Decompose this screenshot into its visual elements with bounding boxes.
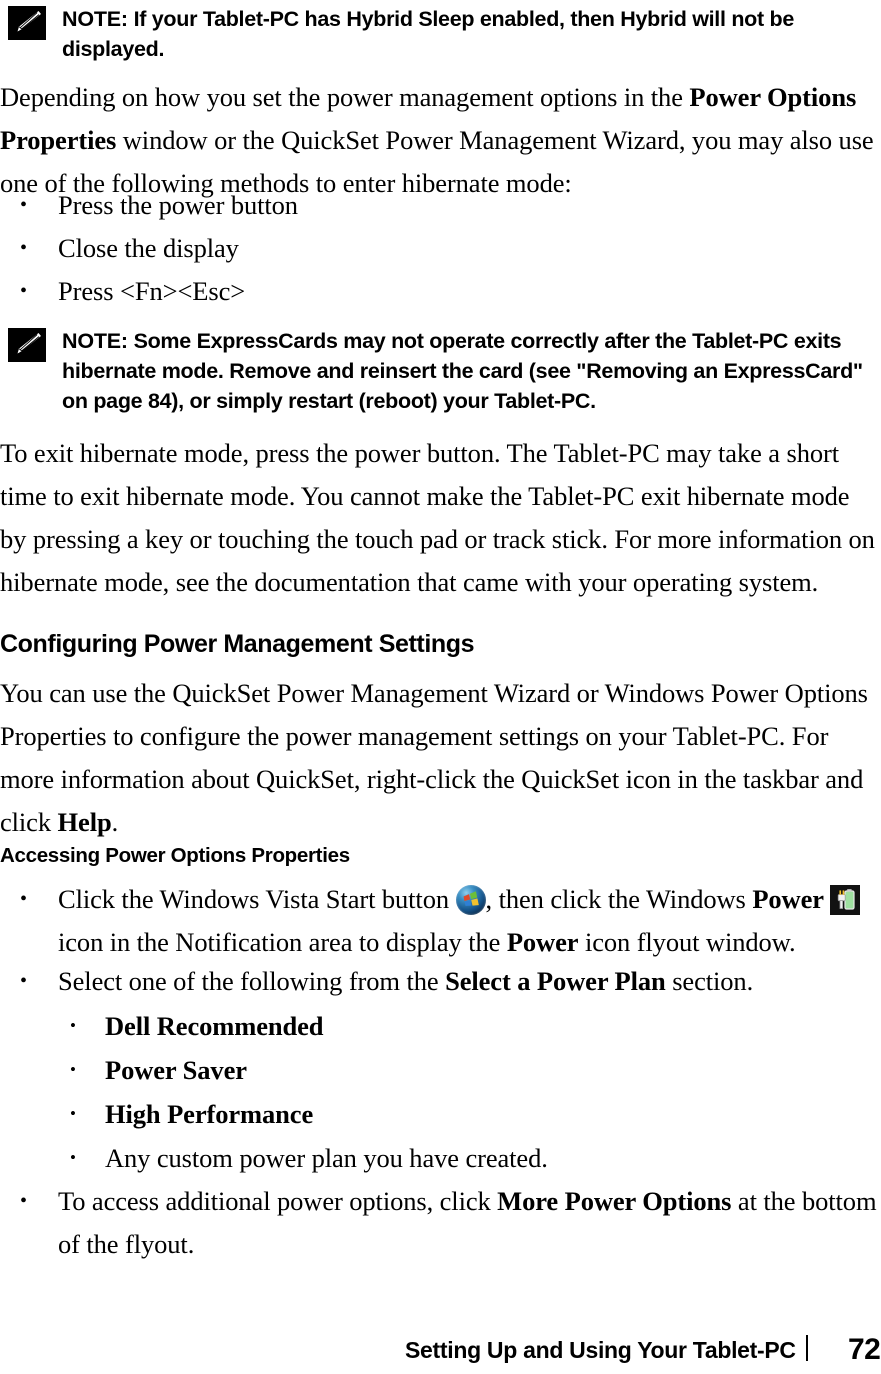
paragraph-text-part: .	[111, 807, 119, 837]
page-title: Configuring Power Management Settings	[0, 630, 475, 658]
list-hibernate-methods: Press the power button Close the display…	[0, 184, 881, 313]
list-emphasis-select-a-power-plan: Select a Power Plan	[445, 966, 666, 996]
list-item: Close the display	[0, 227, 881, 270]
list-more-power-options: To access additional power options, clic…	[0, 1180, 881, 1266]
list-emphasis-power: Power	[752, 884, 824, 914]
power-tray-icon[interactable]	[830, 885, 861, 915]
paragraph-text: To exit hibernate mode, press the power …	[0, 438, 875, 597]
paragraph-text-part: You can use the QuickSet Power Managemen…	[0, 678, 868, 837]
list-item-power-plan: Power Saver	[0, 1048, 881, 1092]
section-heading-configuring: Configuring Power Management Settings	[0, 628, 881, 660]
paragraph-quickset: You can use the QuickSet Power Managemen…	[0, 672, 881, 844]
footer-divider	[806, 1335, 808, 1361]
list-emphasis-more-power-options: More Power Options	[497, 1186, 732, 1216]
subsection-title: Accessing Power Options Properties	[0, 844, 350, 867]
list-item-power-plan: High Performance	[0, 1092, 881, 1136]
note-pencil-icon	[8, 6, 46, 40]
note-emphasis-hybrid-sleep: Hybrid Sleep	[346, 7, 475, 31]
list-emphasis-power-flyout: Power	[506, 927, 579, 957]
list-text-part: icon flyout window.	[578, 927, 796, 957]
list-custom-power-plan: Any custom power plan you have created.	[0, 1136, 881, 1180]
list-item-power-plan: Dell Recommended	[0, 1004, 881, 1048]
footer-section-title: Setting Up and Using Your Tablet-PC	[405, 1337, 796, 1363]
note-body-text: If your Tablet-PC has Hybrid Sleep enabl…	[62, 7, 795, 61]
note-callout-expresscards: NOTE: Some ExpressCards may not operate …	[0, 326, 881, 416]
list-text-part: icon in the Notification area to display…	[58, 927, 507, 957]
list-power-plan-options: Dell Recommended Power Saver High Perfor…	[0, 1004, 881, 1136]
power-plan-label: Dell Recommended	[105, 1011, 324, 1041]
note-emphasis-hybrid: Hybrid	[620, 7, 687, 31]
list-item: Press the power button	[0, 184, 881, 227]
document-page: NOTE: If your Tablet-PC has Hybrid Sleep…	[0, 0, 881, 1374]
footer-page-number: 72	[848, 1333, 881, 1366]
list-item-more-power-options: To access additional power options, clic…	[0, 1180, 881, 1266]
list-item: Press <Fn><Esc>	[0, 270, 881, 313]
list-item-click-start: Click the Windows Vista Start button , t…	[0, 878, 881, 964]
paragraph-exit-hibernate: To exit hibernate mode, press the power …	[0, 432, 881, 604]
note-callout-hybrid-sleep: NOTE: If your Tablet-PC has Hybrid Sleep…	[0, 4, 881, 64]
list-item-power-plan: Any custom power plan you have created.	[0, 1136, 881, 1180]
windows-vista-start-orb-icon[interactable]	[455, 885, 486, 915]
section-subheading-accessing: Accessing Power Options Properties	[0, 842, 881, 870]
paragraph-text-part: Depending on how you set the power manag…	[0, 82, 690, 112]
power-plan-label: High Performance	[105, 1099, 314, 1129]
list-text-part: To access additional power options, clic…	[58, 1186, 498, 1216]
list-accessing-power-options: Click the Windows Vista Start button , t…	[0, 878, 881, 964]
note-label: NOTE:	[62, 329, 128, 353]
list-text-part: Select one of the following from the	[58, 966, 446, 996]
list-text-part: section.	[665, 966, 754, 996]
note-pencil-icon	[8, 328, 46, 362]
list-item-select-plan: Select one of the following from the Sel…	[0, 960, 881, 1003]
power-plan-label: Power Saver	[105, 1055, 247, 1085]
list-text-part: , then click the Windows	[485, 884, 753, 914]
list-text-part: Click the Windows Vista Start button	[58, 884, 456, 914]
page-footer: Setting Up and Using Your Tablet-PC 72	[0, 1330, 881, 1370]
paragraph-emphasis-help: Help	[57, 807, 112, 837]
note-body-text: Some ExpressCards may not operate correc…	[62, 329, 863, 413]
note-label: NOTE:	[62, 7, 128, 31]
list-select-power-plan: Select one of the following from the Sel…	[0, 960, 881, 1003]
